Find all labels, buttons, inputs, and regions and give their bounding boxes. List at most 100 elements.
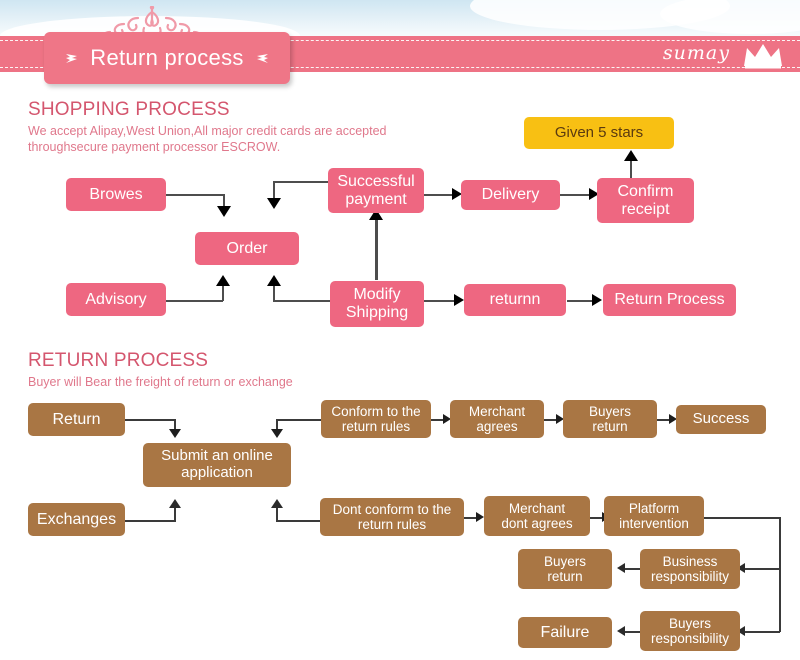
box-label-line1: Merchant [508, 500, 566, 516]
crown-icon [257, 54, 268, 63]
box-label-line1: Business [662, 553, 718, 569]
connector-dontconform-submit-v [276, 508, 278, 521]
box-exchanges[interactable]: Exchanges [28, 503, 125, 536]
box-label-line1: Merchant [468, 403, 526, 419]
box-buyers-responsibility[interactable]: Buyers responsibility [640, 611, 740, 651]
box-business-responsibility[interactable]: Business responsibility [640, 549, 740, 589]
box-label-line2: Shipping [345, 304, 409, 321]
arrow-right-merchant-dont-agrees [476, 512, 484, 522]
box-merchant-agrees[interactable]: Merchant agrees [450, 400, 544, 438]
box-label: returnn [489, 291, 541, 309]
infographic-page: Return process sumay SHOPPING PROCESS We… [0, 0, 800, 660]
box-label-line2: application [181, 464, 253, 481]
box-label: Advisory [85, 290, 147, 308]
box-label-line2: receipt [621, 200, 670, 218]
arrow-down-conform-submit [271, 429, 283, 438]
box-label-line2: responsibility [650, 569, 730, 584]
box-label: Given 5 stars [554, 123, 644, 141]
connector-dontconform-submit [276, 520, 322, 522]
connector-delivery-confirm [560, 194, 592, 196]
box-buyers-return-top[interactable]: Buyers return [563, 400, 657, 438]
box-merchant-dont-agrees[interactable]: Merchant dont agrees [484, 496, 590, 536]
arrow-up-modify [267, 275, 281, 286]
box-label: Success [692, 410, 750, 428]
connector-business-buyersreturn [625, 568, 641, 570]
box-buyers-return-mid[interactable]: Buyers return [518, 549, 612, 589]
box-platform-intervention[interactable]: Platform intervention [604, 496, 704, 536]
box-label-line1: Modify [353, 286, 401, 304]
connector-modify-left [273, 300, 331, 302]
connector-conform-submit [276, 419, 322, 421]
box-submit-online-application[interactable]: Submit an online application [143, 443, 291, 487]
shopping-process-heading: SHOPPING PROCESS [28, 99, 230, 120]
connector-modify-returnn [424, 300, 456, 302]
box-label: Order [226, 239, 268, 257]
box-given-5-stars[interactable]: Given 5 stars [524, 117, 674, 149]
title-plaque: Return process [44, 32, 290, 84]
box-advisory[interactable]: Advisory [66, 283, 166, 316]
box-label-line1: Successful [337, 172, 415, 190]
box-label: Browes [89, 185, 143, 203]
arrow-up-advisory [216, 275, 230, 286]
box-dont-conform-to-return-rules[interactable]: Dont conform to the return rules [320, 498, 464, 536]
box-conform-to-return-rules[interactable]: Conform to the return rules [321, 400, 431, 438]
box-label: Failure [540, 623, 590, 641]
connector-browes-order [165, 194, 225, 196]
box-label-line1: Buyers [588, 403, 632, 419]
box-label-line1: Buyers [543, 553, 587, 569]
connector-payment-delivery [424, 194, 454, 196]
crown-icon [744, 44, 782, 69]
box-order[interactable]: Order [195, 232, 299, 265]
box-return-process[interactable]: Return Process [603, 284, 736, 316]
shopping-process-subtext-line2: throughsecure payment processor ESCROW. [28, 140, 281, 154]
box-success[interactable]: Success [676, 405, 766, 434]
box-delivery[interactable]: Delivery [461, 180, 560, 210]
connector-advisory [165, 300, 223, 302]
box-label-line1: Buyers [668, 615, 712, 631]
box-label-line2: return [547, 569, 583, 584]
arrow-down-payment [267, 198, 281, 209]
box-label-line2: responsibility [650, 631, 730, 646]
box-failure[interactable]: Failure [518, 617, 612, 648]
arrow-left-buyers-return-mid [617, 563, 625, 573]
connector-modify-left-v [273, 284, 275, 301]
box-label-line2: dont agrees [501, 516, 573, 531]
arrow-up-dontconform-submit [271, 499, 283, 508]
connector-return-submit [124, 419, 176, 421]
brand-logo-text: sumay [662, 42, 730, 64]
connector-confirm-stars [630, 160, 632, 180]
box-label: Return Process [614, 291, 725, 309]
box-label-line1: Conform to the [331, 403, 421, 419]
box-label-line1: Confirm [617, 182, 674, 200]
connector-payment-left [273, 181, 331, 183]
connector-buyersresp-failure [625, 631, 641, 633]
box-label-line2: payment [345, 190, 407, 208]
connector-advisory-v [222, 284, 224, 301]
connector-platform-branch [703, 517, 781, 519]
box-label-line2: return [592, 419, 628, 434]
connector-branch-buyersresp [745, 631, 780, 633]
box-modify-shipping[interactable]: Modify Shipping [330, 281, 424, 327]
box-label: Exchanges [36, 510, 117, 528]
page-header: Return process sumay [0, 0, 800, 92]
box-label-line2: return rules [341, 419, 411, 434]
box-return[interactable]: Return [28, 403, 125, 436]
box-label-line1: Platform [628, 500, 680, 516]
box-confirm-receipt[interactable]: Confirm receipt [597, 178, 694, 223]
box-label-line1: Dont conform to the [332, 501, 452, 517]
arrow-down-browes [217, 206, 231, 217]
box-label-line2: return rules [357, 517, 427, 532]
box-browes[interactable]: Browes [66, 178, 166, 211]
return-process-subtext: Buyer will Bear the freight of return or… [28, 375, 293, 389]
connector-returnn-returnprocess [567, 300, 595, 302]
shopping-process-subtext-line1: We accept Alipay,West Union,All major cr… [28, 124, 387, 138]
box-label: Return [52, 410, 101, 428]
arrow-down-return-submit [169, 429, 181, 438]
connector-modify-payment [375, 218, 378, 280]
arrow-up-stars [624, 150, 638, 161]
connector-exchanges-submit-v [174, 508, 176, 521]
arrow-right-returnn [454, 294, 464, 306]
box-label: Delivery [481, 186, 540, 204]
box-successful-payment[interactable]: Successful payment [328, 168, 424, 213]
box-returnn[interactable]: returnn [464, 284, 566, 316]
